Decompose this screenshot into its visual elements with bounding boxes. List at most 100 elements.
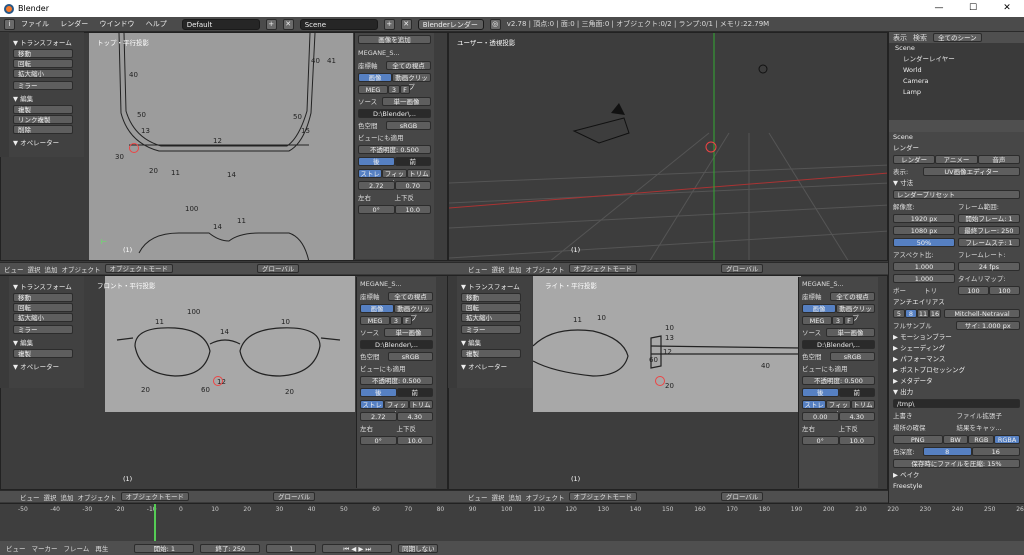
image-tab[interactable]: 画像 [360, 303, 394, 313]
timeline-frame-menu[interactable]: フレーム [64, 543, 90, 553]
compression-slider[interactable]: 保存時にファイルを圧縮: 15% [893, 458, 1020, 468]
res-x-field[interactable]: 1920 px [893, 213, 955, 223]
outliner-scope-select[interactable]: 全てのシーン [933, 33, 982, 42]
outliner-view-menu[interactable]: 表示 [893, 33, 907, 43]
crop-button[interactable]: トリム [850, 399, 875, 409]
image-tab[interactable]: 画像 [358, 72, 392, 82]
fit-button[interactable]: フィット [382, 168, 407, 187]
section-shading[interactable]: ▶ シェーディング [889, 343, 1024, 354]
section-antialiasing[interactable]: アンチエイリアス [889, 297, 1024, 308]
mirror-button[interactable]: ミラー [461, 325, 521, 334]
section-motion-blur[interactable]: ▶ モーションブラー [889, 332, 1024, 343]
section-transform[interactable]: ▼ トランスフォーム [13, 281, 80, 291]
section-transform[interactable]: ▼ トランスフォーム [461, 281, 528, 291]
menu-add[interactable]: 追加 [509, 264, 522, 274]
aspect-x-field[interactable]: 1.000 [893, 261, 955, 271]
section-operator[interactable]: ▼ オペレーター [13, 361, 80, 371]
mode-select[interactable]: オブジェクトモード [120, 492, 189, 501]
offset-y-field[interactable]: 0.70 [394, 180, 431, 190]
rotation-field[interactable]: 0° [802, 435, 839, 445]
back-toggle[interactable]: 後 [802, 387, 839, 397]
move-button[interactable]: 移動 [461, 293, 521, 302]
cache-result-checkbox[interactable]: 結果をキャッ... [957, 422, 1021, 432]
offset-y-field[interactable]: 4.30 [838, 411, 875, 421]
crop-button[interactable]: トリム [406, 168, 431, 178]
file-format-select[interactable]: PNG [893, 434, 943, 444]
section-output[interactable]: ▼ 出力 [889, 387, 1024, 398]
image-datablock[interactable]: MEG [358, 84, 388, 94]
timeline-view-menu[interactable]: ビュー [6, 543, 26, 553]
render-button[interactable]: レンダー [893, 154, 936, 164]
view-as-render-checkbox[interactable]: ビューにも適用 [358, 132, 404, 142]
fit-button[interactable]: フィット [826, 399, 851, 418]
timeline-playback-menu[interactable]: 再生 [95, 543, 108, 553]
axis-select[interactable]: 全ての視点 [830, 291, 875, 301]
section-edit[interactable]: ▼ 編集 [461, 337, 528, 347]
viewport-perspective[interactable]: ユーザー・透視投影 (1) [448, 32, 888, 261]
tool-shelf-tabs[interactable] [448, 276, 457, 388]
screen-layout-field[interactable]: Default [181, 18, 260, 30]
section-performance[interactable]: ▶ パフォーマンス [889, 354, 1024, 365]
duplicate-button[interactable]: 複製 [13, 105, 73, 114]
outliner-item-lamp[interactable]: Lamp [889, 87, 1024, 98]
menu-select[interactable]: 選択 [492, 264, 505, 274]
rotate-button[interactable]: 回転 [13, 59, 73, 68]
flip-y-checkbox[interactable]: 上下反 [397, 423, 434, 433]
orientation-select[interactable]: グローバル [257, 264, 300, 273]
size-field[interactable]: 10.0 [394, 204, 431, 214]
section-operator[interactable]: ▼ オペレーター [13, 137, 80, 147]
animation-button[interactable]: アニメー [935, 154, 978, 164]
frame-step-field[interactable]: フレームステ: 1 [958, 237, 1020, 247]
link-duplicate-button[interactable]: リンク複製 [13, 115, 73, 124]
offset-x-field[interactable]: 2.72 [360, 411, 397, 421]
outliner-item-camera[interactable]: Camera [889, 76, 1024, 87]
editor-type-icon[interactable]: i [4, 18, 15, 30]
menu-view[interactable]: ビュー [468, 264, 488, 274]
stretch-button[interactable]: ストレ [358, 168, 383, 178]
orientation-select[interactable]: グローバル [273, 492, 316, 501]
scale-button[interactable]: 拡大縮小 [13, 69, 73, 78]
menu-view[interactable]: ビュー [20, 492, 40, 502]
menu-object[interactable]: オブジェクト [526, 264, 565, 274]
front-toggle[interactable]: 前 [394, 156, 431, 166]
flip-x-checkbox[interactable]: 左右 [802, 423, 839, 433]
menu-render[interactable]: レンダー [60, 20, 88, 28]
view-as-render-checkbox[interactable]: ビューにも適用 [360, 363, 406, 373]
section-metadata[interactable]: ▶ メタデータ [889, 376, 1024, 387]
outliner-item-renderlayer[interactable]: レンダーレイヤー [889, 54, 1024, 65]
image-name[interactable]: MEGANE_S... [358, 49, 400, 57]
duplicate-button[interactable]: 複製 [461, 349, 521, 358]
image-name[interactable]: MEGANE_S... [360, 280, 402, 288]
flip-x-checkbox[interactable]: 左右 [358, 192, 395, 202]
add-scene-button[interactable]: + [383, 18, 395, 30]
section-dimensions[interactable]: ▼ 寸法 [889, 178, 1024, 189]
section-operator[interactable]: ▼ オペレーター [461, 361, 528, 371]
playback-controls[interactable]: ⏮ ◀ ▶ ⏭ [322, 543, 393, 553]
scene-field[interactable]: Scene [299, 18, 378, 30]
menu-select[interactable]: 選択 [28, 264, 41, 274]
flip-y-checkbox[interactable]: 上下反 [395, 192, 432, 202]
scale-button[interactable]: 拡大縮小 [13, 313, 73, 322]
outliner-search-menu[interactable]: 検索 [913, 33, 927, 43]
aa-11-button[interactable]: 11 [917, 308, 929, 318]
size-field[interactable]: 10.0 [838, 435, 875, 445]
back-toggle[interactable]: 後 [360, 387, 397, 397]
outliner-item-world[interactable]: World [889, 65, 1024, 76]
duplicate-button[interactable]: 複製 [13, 349, 73, 358]
current-frame-indicator[interactable] [154, 504, 156, 542]
timeline-marker-menu[interactable]: マーカー [32, 543, 58, 553]
properties-tabs[interactable] [889, 120, 1024, 132]
movie-clip-tab[interactable]: 動画クリップ [392, 72, 431, 91]
display-select[interactable]: UV画像エディター [923, 166, 1020, 176]
menu-object[interactable]: オブジェクト [62, 264, 101, 274]
depth-16-button[interactable]: 16 [971, 446, 1020, 456]
remap-new-field[interactable]: 100 [989, 285, 1020, 295]
rgba-button[interactable]: RGBA [994, 434, 1020, 444]
res-y-field[interactable]: 1080 px [893, 225, 955, 235]
front-toggle[interactable]: 前 [396, 387, 433, 397]
move-button[interactable]: 移動 [13, 49, 73, 58]
timeline[interactable]: -50 -40 -30 -20 -10 0 10 20 30 40 50 60 70 80 90 100 110… [0, 503, 1024, 542]
orientation-select[interactable]: グローバル [721, 264, 764, 273]
remove-scene-button[interactable]: ✕ [400, 18, 412, 30]
section-edit[interactable]: ▼ 編集 [13, 337, 80, 347]
